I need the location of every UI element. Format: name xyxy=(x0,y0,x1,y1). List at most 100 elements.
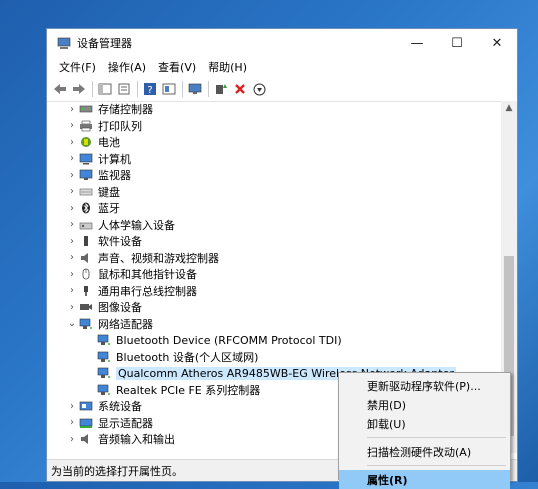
monitor-icon xyxy=(79,169,93,181)
tree-row-label: 声音、视频和游戏控制器 xyxy=(98,251,219,265)
tree-row-label: 监视器 xyxy=(98,169,131,183)
network-adapter-icon xyxy=(79,318,93,330)
tree-row-label: 电池 xyxy=(98,136,120,150)
tree-row-label: 音频输入和输出 xyxy=(98,433,175,447)
tree-row[interactable]: › 打印队列 xyxy=(47,118,503,135)
tree-row[interactable]: › 键盘 xyxy=(47,184,503,201)
expand-arrow-icon[interactable]: › xyxy=(65,434,79,445)
menu-action[interactable]: 操作(A) xyxy=(102,59,152,75)
tree-row-label: 显示适配器 xyxy=(98,416,153,430)
mouse-icon xyxy=(79,268,93,280)
printer-icon xyxy=(79,120,93,132)
scan-monitor-icon[interactable] xyxy=(186,80,204,98)
uninstall-icon[interactable] xyxy=(231,80,249,98)
storage-controller-icon xyxy=(79,103,93,115)
expand-arrow-icon[interactable]: › xyxy=(65,104,79,115)
context-menu-item[interactable]: 属性(R) xyxy=(339,470,510,489)
network-adapter-icon xyxy=(97,334,111,346)
keyboard-icon xyxy=(79,186,93,198)
camera-icon xyxy=(79,301,93,313)
expand-arrow-icon[interactable]: › xyxy=(65,401,79,412)
expand-arrow-icon[interactable]: › xyxy=(65,219,79,230)
context-menu-separator xyxy=(367,465,506,466)
tree-row[interactable]: › 软件设备 xyxy=(47,233,503,250)
tree-row[interactable]: › 计算机 xyxy=(47,151,503,168)
tree-row[interactable]: › 电池 xyxy=(47,134,503,151)
tree-row[interactable]: › 监视器 xyxy=(47,167,503,184)
scroll-up-icon[interactable]: ▲ xyxy=(501,103,517,113)
network-adapter-icon xyxy=(97,384,111,396)
tree-row-label: 人体学输入设备 xyxy=(98,218,175,232)
expand-arrow-icon[interactable]: › xyxy=(65,170,79,181)
tree-row-label: 软件设备 xyxy=(98,235,142,249)
update-driver-icon[interactable] xyxy=(212,80,230,98)
tree-row[interactable]: › 图像设备 xyxy=(47,299,503,316)
expand-arrow-icon[interactable]: › xyxy=(65,153,79,164)
minimize-button[interactable]: — xyxy=(397,29,437,57)
tree-row-label: 系统设备 xyxy=(98,400,142,414)
tree-row-label: 鼠标和其他指针设备 xyxy=(98,268,197,282)
tree-row[interactable]: › 人体学输入设备 xyxy=(47,217,503,234)
menu-bar: 文件(F) 操作(A) 查看(V) 帮助(H) xyxy=(47,57,517,77)
tree-row-label: Bluetooth Device (RFCOMM Protocol TDI) xyxy=(116,333,342,347)
collapse-arrow-icon[interactable]: ⌄ xyxy=(65,318,79,329)
expand-arrow-icon[interactable]: › xyxy=(65,203,79,214)
battery-icon xyxy=(79,136,93,148)
properties-sheet-icon[interactable] xyxy=(115,80,133,98)
expand-arrow-icon[interactable]: › xyxy=(65,137,79,148)
toolbar-separator xyxy=(182,81,183,97)
tree-row[interactable]: Bluetooth Device (RFCOMM Protocol TDI) xyxy=(47,332,503,349)
status-text: 为当前的选择打开属性页。 xyxy=(51,464,183,478)
tree-row[interactable]: Bluetooth 设备(个人区域网) xyxy=(47,349,503,366)
context-menu: 更新驱动程序软件(P)... 禁用(D) 卸载(U) 扫描检测硬件改动(A) 属性(R) xyxy=(338,372,511,489)
context-menu-item[interactable]: 禁用(D) xyxy=(339,395,510,414)
tree-row-label: 计算机 xyxy=(98,152,131,166)
software-device-icon xyxy=(79,235,93,247)
menu-help[interactable]: 帮助(H) xyxy=(202,59,253,75)
expand-arrow-icon[interactable]: › xyxy=(65,302,79,313)
toolbar-separator xyxy=(137,81,138,97)
expand-arrow-icon[interactable]: › xyxy=(65,252,79,263)
speaker-icon xyxy=(79,252,93,264)
system-device-icon xyxy=(79,400,93,412)
display-adapter-icon xyxy=(79,417,93,429)
tree-row-label: 图像设备 xyxy=(98,301,142,315)
tree-row[interactable]: › 鼠标和其他指针设备 xyxy=(47,266,503,283)
menu-file[interactable]: 文件(F) xyxy=(53,59,102,75)
toolbar: ? xyxy=(47,77,517,102)
menu-view[interactable]: 查看(V) xyxy=(152,59,202,75)
tree-row[interactable]: › 蓝牙 xyxy=(47,200,503,217)
tree-row[interactable]: › 通用串行总线控制器 xyxy=(47,283,503,300)
maximize-button[interactable]: ☐ xyxy=(437,29,477,57)
tree-row[interactable]: › 声音、视频和游戏控制器 xyxy=(47,250,503,267)
expand-arrow-icon[interactable]: › xyxy=(65,186,79,197)
expand-arrow-icon[interactable]: › xyxy=(65,236,79,247)
toolbar-separator xyxy=(208,81,209,97)
expand-arrow-icon[interactable]: › xyxy=(65,285,79,296)
expand-arrow-icon[interactable]: › xyxy=(65,269,79,280)
tree-row-label: 打印队列 xyxy=(98,119,142,133)
audio-io-icon xyxy=(79,433,93,445)
computer-icon xyxy=(79,153,93,165)
close-button[interactable]: ✕ xyxy=(477,29,517,57)
tree-row[interactable]: › 存储控制器 xyxy=(47,101,503,118)
show-hide-console-tree-icon[interactable] xyxy=(96,80,114,98)
tree-row-label: Realtek PCIe FE 系列控制器 xyxy=(116,383,261,397)
context-menu-item[interactable]: 更新驱动程序软件(P)... xyxy=(339,376,510,395)
expand-arrow-icon[interactable]: › xyxy=(65,120,79,131)
help-icon[interactable]: ? xyxy=(141,80,159,98)
tree-row-label: 蓝牙 xyxy=(98,202,120,216)
tree-row-label: 键盘 xyxy=(98,185,120,199)
view-icon[interactable] xyxy=(160,80,178,98)
forward-icon[interactable] xyxy=(70,80,88,98)
back-icon[interactable] xyxy=(51,80,69,98)
title-bar[interactable]: 设备管理器 — ☐ ✕ xyxy=(47,29,517,57)
context-menu-item[interactable]: 扫描检测硬件改动(A) xyxy=(339,442,510,461)
context-menu-separator xyxy=(367,437,506,438)
context-menu-item[interactable]: 卸载(U) xyxy=(339,414,510,433)
expand-arrow-icon[interactable]: › xyxy=(65,417,79,428)
window-title: 设备管理器 xyxy=(77,37,132,50)
download-circle-icon[interactable] xyxy=(250,80,268,98)
bluetooth-icon xyxy=(79,202,93,214)
tree-row[interactable]: ⌄ 网络适配器 xyxy=(47,316,503,333)
